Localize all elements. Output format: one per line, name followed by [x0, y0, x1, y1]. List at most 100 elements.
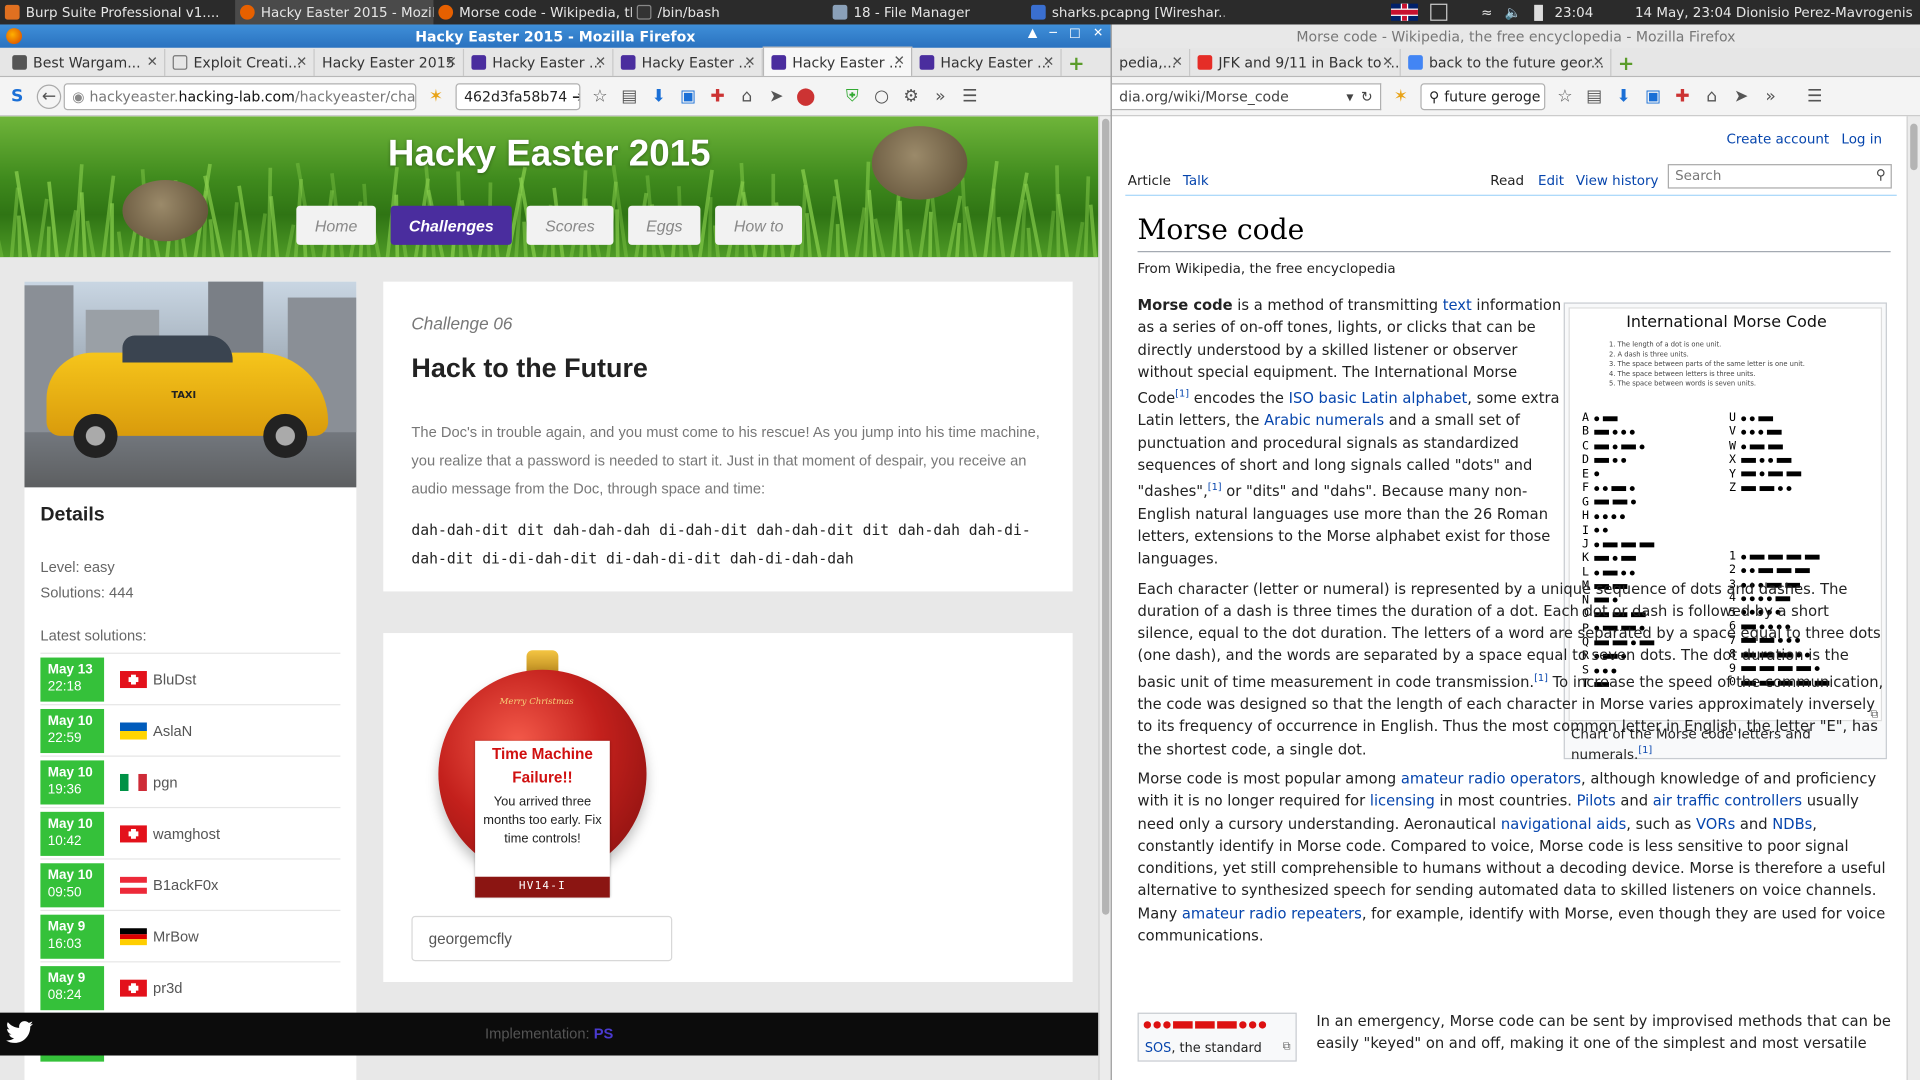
article-link[interactable]: Pilots	[1577, 793, 1616, 810]
reading-list-icon[interactable]: ▤	[1584, 86, 1604, 106]
close-tab-icon[interactable]: ✕	[1593, 54, 1604, 70]
url-bar[interactable]: ◉ hackyeaster. hacking-lab.com/hackyeaste…	[63, 82, 417, 110]
back-icon[interactable]: ←	[36, 83, 62, 109]
tab-article[interactable]: Article	[1128, 173, 1171, 189]
page-scrollbar[interactable]	[1098, 116, 1111, 1080]
solution-user[interactable]: BluDst	[153, 670, 196, 687]
volume-icon[interactable]: 🔈	[1505, 4, 1522, 20]
search-go-icon[interactable]: ➔	[572, 88, 579, 105]
article-link[interactable]: NDBs	[1772, 815, 1812, 832]
shield-icon[interactable]: ⛨	[842, 86, 862, 106]
article-link[interactable]: ISO basic Latin alphabet	[1289, 390, 1468, 407]
download-icon[interactable]: ⬇	[649, 86, 669, 106]
close-tab-icon[interactable]: ✕	[1382, 54, 1393, 70]
addon-icon[interactable]: ✚	[708, 86, 728, 106]
wiki-search-input[interactable]: Search ⚲	[1667, 164, 1892, 189]
menu-icon[interactable]: ☰	[1805, 86, 1825, 106]
article-link[interactable]: Arabic numerals	[1264, 412, 1384, 429]
bookmark-star-icon[interactable]: ☆	[590, 86, 610, 106]
keep-above-icon[interactable]: ▲	[1028, 27, 1037, 40]
nav-home[interactable]: Home	[296, 205, 376, 245]
reload-icon[interactable]: ↻	[1361, 88, 1373, 105]
tab-wargames[interactable]: Best Wargam... ✕	[5, 48, 166, 76]
minimize-icon[interactable]: ─	[1050, 27, 1057, 40]
tab-hacky-easter-b[interactable]: Hacky Easter ... ✕	[613, 48, 763, 76]
enlarge-icon[interactable]: ⧉	[1283, 1041, 1291, 1053]
scrollbar-thumb[interactable]	[1910, 123, 1918, 171]
adblock-icon[interactable]: ⬤	[796, 86, 816, 106]
home-icon[interactable]: ⌂	[1702, 86, 1722, 106]
nav-challenges[interactable]: Challenges	[390, 205, 513, 245]
article-link[interactable]: air traffic controllers	[1653, 793, 1802, 810]
tab-talk[interactable]: Talk	[1183, 173, 1209, 189]
close-tab-icon[interactable]: ✕	[894, 53, 905, 69]
send-icon[interactable]: ➤	[767, 86, 787, 106]
home-icon[interactable]: ⌂	[737, 86, 757, 106]
solution-user[interactable]: AslaN	[153, 722, 192, 739]
solution-user[interactable]: B1ackF0x	[153, 876, 218, 893]
tab-read[interactable]: Read	[1490, 173, 1524, 189]
nav-how-to[interactable]: How to	[715, 205, 802, 245]
tab-hacky-easter-2015[interactable]: Hacky Easter 2015 ✕	[315, 48, 465, 76]
url-bar[interactable]: dia.org/wiki/Morse_code ▾ ↻	[1111, 82, 1382, 110]
overflow-icon[interactable]: »	[931, 86, 951, 106]
menu-icon[interactable]: ☰	[960, 86, 980, 106]
tab-google-search[interactable]: back to the future geor... ✕	[1401, 48, 1612, 76]
taskbar-item-burp[interactable]: Burp Suite Professional v1....	[0, 0, 235, 24]
taskbar-item-wikipedia[interactable]: Morse code - Wikipedia, th...	[433, 0, 632, 24]
solution-user[interactable]: pgn	[153, 773, 178, 790]
article-link[interactable]: text	[1443, 296, 1472, 313]
article-link[interactable]: navigational aids	[1501, 815, 1626, 832]
reference-link[interactable]: [1]	[1534, 672, 1548, 683]
footer-author[interactable]: PS	[594, 1025, 614, 1042]
taskbar-item-file-manager[interactable]: 18 - File Manager	[828, 0, 1026, 24]
close-tab-icon[interactable]: ✕	[595, 54, 606, 70]
datetime-user[interactable]: 14 May, 23:04 Dionisio Perez-Mavrogenis	[1635, 4, 1913, 20]
cookie-icon[interactable]: ✶	[426, 86, 446, 106]
sos-link[interactable]: SOS	[1145, 1041, 1171, 1056]
sync-icon[interactable]: S	[7, 86, 27, 106]
solution-user[interactable]: wamghost	[153, 825, 220, 842]
tab-hacky-easter-active[interactable]: Hacky Easter ... ✕	[762, 46, 913, 76]
tab-youtube[interactable]: JFK and 9/11 in Back to ... ✕	[1190, 48, 1401, 76]
taskbar-item-wireshark[interactable]: sharks.pcapng [Wireshar...	[1026, 0, 1224, 24]
log-in-link[interactable]: Log in	[1841, 131, 1882, 147]
nav-eggs[interactable]: Eggs	[627, 205, 701, 245]
bookmark-star-icon[interactable]: ☆	[1555, 86, 1575, 106]
tab-view-history[interactable]: View history	[1576, 173, 1659, 189]
page-info-icon[interactable]: ◉	[72, 88, 84, 105]
tab-wikipedia[interactable]: pedia,... ✕	[1112, 48, 1191, 76]
taskbar-item-terminal[interactable]: /bin/bash	[632, 0, 828, 24]
wifi-icon[interactable]: ≈	[1481, 4, 1492, 20]
tab-exploit[interactable]: Exploit Creati... ✕	[165, 48, 315, 76]
save-icon[interactable]: ▣	[1643, 86, 1663, 106]
clock[interactable]: 23:04	[1554, 4, 1593, 20]
taskbar-item-hacky-easter[interactable]: Hacky Easter 2015 - Mozilla...	[235, 0, 434, 25]
close-tab-icon[interactable]: ✕	[744, 54, 755, 70]
close-tab-icon[interactable]: ✕	[296, 54, 307, 70]
dropdown-icon[interactable]: ▾	[1346, 88, 1353, 105]
tab-edit[interactable]: Edit	[1538, 173, 1564, 189]
close-tab-icon[interactable]: ✕	[445, 54, 456, 70]
reference-link[interactable]: [1]	[1208, 482, 1222, 493]
battery-icon[interactable]	[1533, 4, 1543, 21]
window-titlebar[interactable]: Morse code - Wikipedia, the free encyclo…	[1111, 24, 1920, 48]
workspace-icon[interactable]	[1429, 3, 1447, 21]
close-tab-icon[interactable]: ✕	[1043, 54, 1054, 70]
article-link[interactable]: amateur radio repeaters	[1182, 905, 1362, 922]
new-tab-button[interactable]: +	[1062, 49, 1091, 76]
maximize-icon[interactable]: □	[1069, 27, 1081, 40]
save-icon[interactable]: ▣	[678, 86, 698, 106]
article-link[interactable]: licensing	[1370, 793, 1435, 810]
scrollbar-thumb[interactable]	[1102, 118, 1110, 915]
download-icon[interactable]: ⬇	[1614, 86, 1634, 106]
chat-icon[interactable]: ○	[872, 86, 892, 106]
new-tab-button[interactable]: +	[1611, 49, 1640, 76]
close-icon[interactable]: ✕	[1093, 27, 1103, 40]
article-link[interactable]: amateur radio operators	[1401, 770, 1581, 787]
create-account-link[interactable]: Create account	[1726, 131, 1829, 147]
window-titlebar[interactable]: Hacky Easter 2015 - Mozilla Firefox ▲ ─ …	[0, 24, 1111, 48]
search-bar[interactable]: 462d3fa58b74 ➔	[455, 82, 581, 110]
tools-icon[interactable]: ⚙	[901, 86, 921, 106]
tab-hacky-easter-a[interactable]: Hacky Easter ... ✕	[464, 48, 614, 76]
